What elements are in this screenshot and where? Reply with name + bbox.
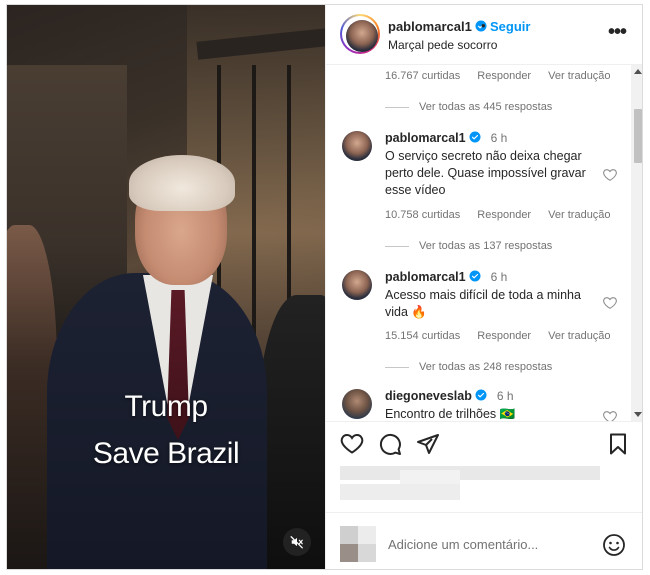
- add-comment-bar: [326, 512, 642, 569]
- verified-badge-icon: [475, 389, 487, 401]
- scroll-down-arrow-icon[interactable]: [634, 412, 642, 417]
- post-audio-title[interactable]: Marçal pede socorro: [388, 38, 497, 52]
- comment-meta: 16.767 curtidas Responder Ver tradução: [385, 70, 625, 82]
- view-replies-button[interactable]: Ver todas as 445 respostas: [385, 101, 552, 113]
- like-comment-heart-icon[interactable]: [602, 409, 618, 421]
- comment-time[interactable]: 6 h: [491, 270, 508, 284]
- comment-text: Acesso mais difícil de toda a minha vida…: [385, 288, 581, 319]
- verified-badge-icon: [469, 270, 481, 282]
- post-modal: Trump Save Brazil pablomarcal1 • Seguir …: [6, 4, 643, 570]
- verified-badge-icon: [469, 131, 481, 143]
- comment-likes[interactable]: 16.767 curtidas: [385, 70, 460, 82]
- comment-text: Encontro de trilhões 🇧🇷: [385, 407, 516, 421]
- view-replies-button[interactable]: Ver todas as 137 respostas: [385, 240, 552, 252]
- header-separator: •: [481, 18, 486, 33]
- redacted-block: [340, 466, 600, 480]
- video-caption-line1: Trump: [124, 390, 208, 423]
- mute-button[interactable]: [283, 528, 311, 556]
- translate-button[interactable]: Ver tradução: [548, 70, 610, 82]
- video-pole: [252, 65, 256, 345]
- comment-meta: 15.154 curtidas Responder Ver tradução: [385, 330, 625, 342]
- translate-button[interactable]: Ver tradução: [548, 330, 610, 342]
- comment-header: pablomarcal1 6 h: [385, 270, 507, 284]
- comment-icon[interactable]: [378, 432, 402, 456]
- comment-meta: 10.758 curtidas Responder Ver tradução: [385, 209, 625, 221]
- share-icon[interactable]: [416, 432, 440, 456]
- comment-likes[interactable]: 15.154 curtidas: [385, 330, 460, 342]
- comment-input[interactable]: [388, 533, 588, 555]
- post-header: pablomarcal1 • Seguir Marçal pede socorr…: [326, 5, 642, 65]
- more-options-button[interactable]: •••: [608, 21, 627, 44]
- post-side-panel: pablomarcal1 • Seguir Marçal pede socorr…: [325, 5, 642, 569]
- comment-avatar[interactable]: [342, 131, 372, 161]
- bookmark-icon[interactable]: [606, 432, 630, 456]
- reply-button[interactable]: Responder: [477, 330, 531, 342]
- comments-list[interactable]: 16.767 curtidas Responder Ver tradução V…: [326, 65, 631, 421]
- reply-button[interactable]: Responder: [477, 70, 531, 82]
- heart-icon[interactable]: [340, 432, 364, 456]
- comment-time[interactable]: 6 h: [497, 389, 514, 403]
- likes-summary-redacted: [340, 466, 610, 504]
- comment-avatar[interactable]: [342, 389, 372, 419]
- video-person-hair: [129, 155, 235, 211]
- header-username[interactable]: pablomarcal1: [388, 19, 487, 34]
- comment-header: diegoneveslab 6 h: [385, 389, 514, 403]
- video-player[interactable]: Trump Save Brazil: [7, 5, 325, 569]
- video-caption-line2: Save Brazil: [92, 437, 240, 470]
- like-comment-heart-icon[interactable]: [602, 295, 618, 311]
- comment-likes[interactable]: 10.758 curtidas: [385, 209, 460, 221]
- comment-avatar[interactable]: [342, 270, 372, 300]
- post-actions-bar: [326, 421, 642, 465]
- view-replies-button[interactable]: Ver todas as 248 respostas: [385, 361, 552, 373]
- scrollbar-thumb[interactable]: [634, 109, 642, 163]
- comment-username[interactable]: diegoneveslab: [385, 389, 472, 403]
- comments-scrollbar[interactable]: [631, 65, 642, 421]
- like-comment-heart-icon[interactable]: [602, 167, 618, 183]
- redacted-block: [400, 470, 460, 484]
- emoji-icon[interactable]: [602, 533, 626, 557]
- reply-button[interactable]: Responder: [477, 209, 531, 221]
- comment-text: O serviço secreto não deixa chegar perto…: [385, 149, 586, 197]
- comment-time[interactable]: 6 h: [491, 131, 508, 145]
- username-text[interactable]: pablomarcal1: [388, 19, 472, 34]
- translate-button[interactable]: Ver tradução: [548, 209, 610, 221]
- speaker-muted-icon: [290, 536, 303, 549]
- scroll-up-arrow-icon[interactable]: [634, 69, 642, 74]
- comment-header: pablomarcal1 6 h: [385, 131, 507, 145]
- avatar[interactable]: [346, 20, 378, 52]
- story-ring[interactable]: [340, 14, 380, 54]
- comment-username[interactable]: pablomarcal1: [385, 131, 466, 145]
- redacted-block: [340, 484, 460, 500]
- follow-button[interactable]: Seguir: [490, 19, 530, 34]
- comment-username[interactable]: pablomarcal1: [385, 270, 466, 284]
- current-user-avatar: [340, 526, 376, 562]
